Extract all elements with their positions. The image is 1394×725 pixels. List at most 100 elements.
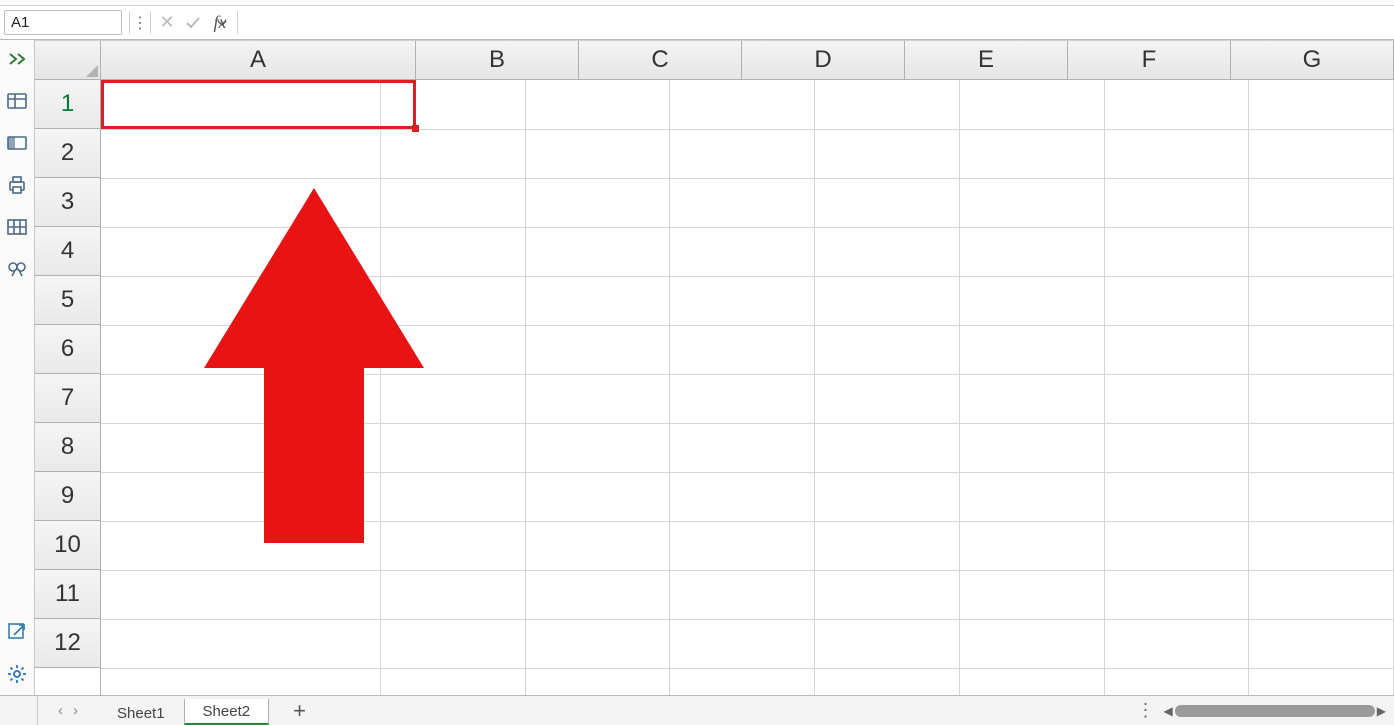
- print-icon[interactable]: [6, 174, 28, 196]
- cell[interactable]: [525, 80, 670, 129]
- cell[interactable]: [525, 227, 670, 276]
- cell[interactable]: [1104, 521, 1249, 570]
- column-header[interactable]: B: [416, 41, 579, 79]
- cell[interactable]: [815, 325, 960, 374]
- cell[interactable]: [1249, 325, 1394, 374]
- cell[interactable]: [959, 178, 1104, 227]
- cell[interactable]: [525, 276, 670, 325]
- add-sheet-button[interactable]: +: [269, 696, 330, 725]
- cell[interactable]: [1104, 570, 1249, 619]
- cell[interactable]: [1249, 276, 1394, 325]
- cell[interactable]: [101, 423, 381, 472]
- column-header[interactable]: C: [579, 41, 742, 79]
- cell[interactable]: [959, 521, 1104, 570]
- row-header[interactable]: 7: [35, 374, 100, 423]
- name-box[interactable]: [4, 10, 122, 35]
- cell[interactable]: [381, 178, 526, 227]
- cell[interactable]: [815, 472, 960, 521]
- select-all-corner[interactable]: [35, 41, 101, 79]
- expand-sidebar-icon[interactable]: [6, 48, 28, 70]
- row-header[interactable]: 9: [35, 472, 100, 521]
- cell[interactable]: [959, 374, 1104, 423]
- cell[interactable]: [959, 570, 1104, 619]
- cell[interactable]: [101, 619, 381, 668]
- fill-handle[interactable]: [412, 125, 419, 132]
- cell[interactable]: [670, 521, 815, 570]
- cell[interactable]: [815, 619, 960, 668]
- cell[interactable]: [670, 570, 815, 619]
- cell[interactable]: [959, 325, 1104, 374]
- cell[interactable]: [1104, 423, 1249, 472]
- cell[interactable]: [525, 129, 670, 178]
- sheet-tab[interactable]: Sheet1: [98, 700, 184, 725]
- cell[interactable]: [1249, 619, 1394, 668]
- row-header[interactable]: 11: [35, 570, 100, 619]
- row-header[interactable]: 2: [35, 129, 100, 178]
- cell[interactable]: [959, 668, 1104, 695]
- row-header[interactable]: 1: [35, 80, 100, 129]
- cell[interactable]: [670, 423, 815, 472]
- cell[interactable]: [525, 178, 670, 227]
- cell[interactable]: [670, 668, 815, 695]
- link-icon[interactable]: [6, 621, 28, 643]
- sheet-nav-prev-icon[interactable]: ‹: [58, 702, 63, 719]
- cell[interactable]: [381, 276, 526, 325]
- cell[interactable]: [815, 374, 960, 423]
- cell[interactable]: [101, 668, 381, 695]
- column-header[interactable]: E: [905, 41, 1068, 79]
- cell[interactable]: [959, 472, 1104, 521]
- cell[interactable]: [815, 80, 960, 129]
- cell[interactable]: [1104, 374, 1249, 423]
- cell[interactable]: [101, 80, 381, 129]
- column-header[interactable]: F: [1068, 41, 1231, 79]
- cell[interactable]: [525, 521, 670, 570]
- cell[interactable]: [815, 570, 960, 619]
- row-header[interactable]: 6: [35, 325, 100, 374]
- cell[interactable]: [525, 374, 670, 423]
- cell[interactable]: [101, 178, 381, 227]
- cell[interactable]: [1249, 129, 1394, 178]
- cell[interactable]: [1104, 178, 1249, 227]
- cell[interactable]: [1104, 227, 1249, 276]
- horizontal-scrollbar[interactable]: ◀ ▶: [1160, 696, 1394, 725]
- cell[interactable]: [1104, 668, 1249, 695]
- cell[interactable]: [670, 227, 815, 276]
- cell[interactable]: [959, 619, 1104, 668]
- cell[interactable]: [525, 472, 670, 521]
- cell[interactable]: [381, 227, 526, 276]
- row-header[interactable]: 12: [35, 619, 100, 668]
- fx-label[interactable]: fx: [206, 6, 234, 39]
- sheet-nav-next-icon[interactable]: ›: [73, 702, 78, 719]
- cell[interactable]: [101, 521, 381, 570]
- cell[interactable]: [959, 129, 1104, 178]
- cell[interactable]: [381, 570, 526, 619]
- cell[interactable]: [1249, 423, 1394, 472]
- row-header[interactable]: 10: [35, 521, 100, 570]
- cell[interactable]: [1104, 472, 1249, 521]
- cell[interactable]: [959, 227, 1104, 276]
- cell[interactable]: [1249, 668, 1394, 695]
- column-header[interactable]: A: [101, 41, 416, 79]
- cell[interactable]: [815, 227, 960, 276]
- cell[interactable]: [670, 129, 815, 178]
- column-header[interactable]: D: [742, 41, 905, 79]
- gallery-icon[interactable]: [6, 132, 28, 154]
- cell[interactable]: [1249, 570, 1394, 619]
- cell[interactable]: [959, 80, 1104, 129]
- cell[interactable]: [959, 423, 1104, 472]
- cell[interactable]: [525, 423, 670, 472]
- cell[interactable]: [670, 325, 815, 374]
- properties-icon[interactable]: [6, 90, 28, 112]
- cell[interactable]: [525, 325, 670, 374]
- row-header[interactable]: 5: [35, 276, 100, 325]
- formula-bar-menu-icon[interactable]: ⋮: [133, 6, 147, 39]
- cell[interactable]: [381, 129, 526, 178]
- cell[interactable]: [525, 668, 670, 695]
- cell[interactable]: [1104, 129, 1249, 178]
- cell[interactable]: [815, 521, 960, 570]
- sheet-tab[interactable]: Sheet2: [184, 699, 270, 725]
- cell[interactable]: [381, 423, 526, 472]
- settings-icon[interactable]: [6, 663, 28, 685]
- cell[interactable]: [670, 619, 815, 668]
- find-icon[interactable]: [6, 258, 28, 280]
